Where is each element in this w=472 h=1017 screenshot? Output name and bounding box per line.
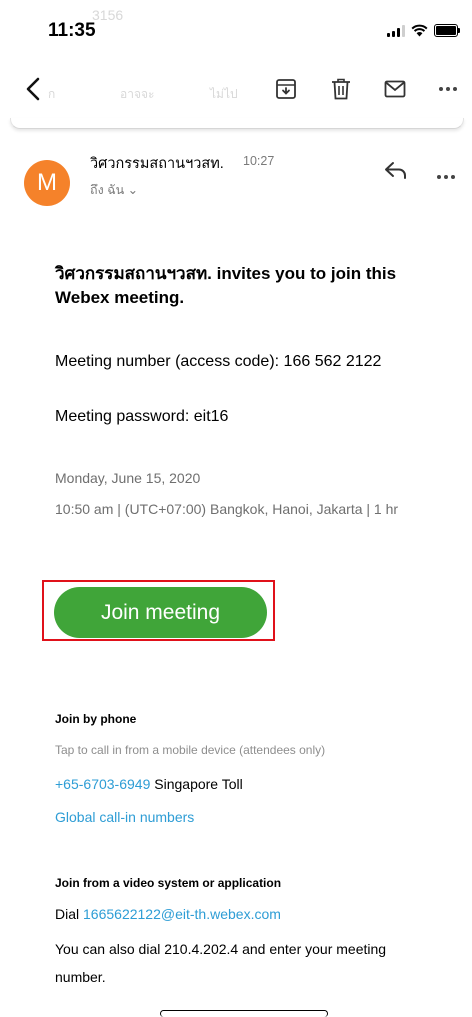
sender-name: วิศวกรรมสถานฯวสท. bbox=[90, 156, 224, 172]
invite-heading: วิศวกรรมสถานฯวสท. invites you to join th… bbox=[55, 264, 397, 307]
trash-icon[interactable] bbox=[326, 74, 356, 104]
video-system-title: Join from a video system or application bbox=[55, 876, 282, 890]
global-call-in-link[interactable]: Global call-in numbers bbox=[55, 809, 194, 825]
battery-icon bbox=[434, 24, 460, 37]
reply-icon[interactable] bbox=[384, 160, 408, 185]
dial-prefix: Dial bbox=[55, 906, 84, 922]
faded-background-text: อาจจะ bbox=[120, 87, 155, 101]
archive-icon[interactable] bbox=[271, 74, 301, 104]
message-more-icon[interactable] bbox=[436, 167, 456, 185]
dial-address-link[interactable]: 1665622122@eit-th.webex.com bbox=[83, 906, 281, 922]
home-indicator bbox=[160, 1010, 328, 1017]
meeting-time: 10:50 am | (UTC+07:00) Bangkok, Hanoi, J… bbox=[55, 501, 399, 517]
status-time: 11:35 bbox=[48, 20, 96, 41]
phone-line: +65-6703-6949 Singapore Toll bbox=[55, 776, 243, 792]
recipient-dropdown[interactable]: ถึง ฉัน ⌄ bbox=[90, 180, 138, 200]
mail-toolbar: 3156 ก อาจจะ ไม่ไป bbox=[0, 7, 472, 120]
faded-background-text: 3156 bbox=[92, 7, 124, 23]
wifi-icon bbox=[411, 24, 428, 37]
dial-line: Dial 1665622122@eit-th.webex.com bbox=[55, 906, 281, 922]
received-time: 10:27 bbox=[243, 154, 275, 168]
status-icons bbox=[387, 24, 460, 37]
phone-label: Singapore Toll bbox=[150, 776, 243, 792]
avatar: M bbox=[24, 160, 70, 206]
back-icon[interactable] bbox=[18, 74, 48, 104]
cellular-signal-icon bbox=[387, 24, 405, 37]
also-dial-text: You can also dial 210.4.202.4 and enter … bbox=[55, 941, 387, 985]
meeting-number: Meeting number (access code): 166 562 21… bbox=[55, 353, 382, 370]
meeting-date: Monday, June 15, 2020 bbox=[55, 470, 201, 486]
toolbar-divider bbox=[10, 118, 464, 129]
faded-background-text: ไม่ไป bbox=[210, 87, 238, 101]
tap-to-call-note: Tap to call in from a mobile device (att… bbox=[55, 743, 326, 757]
join-by-phone-title: Join by phone bbox=[55, 712, 137, 726]
more-icon[interactable] bbox=[433, 74, 463, 104]
mail-icon[interactable] bbox=[380, 74, 410, 104]
phone-number-link[interactable]: +65-6703-6949 bbox=[55, 776, 150, 792]
meeting-password: Meeting password: eit16 bbox=[55, 408, 229, 425]
join-meeting-button[interactable]: Join meeting bbox=[54, 587, 267, 638]
faded-background-text: ก bbox=[48, 87, 56, 101]
